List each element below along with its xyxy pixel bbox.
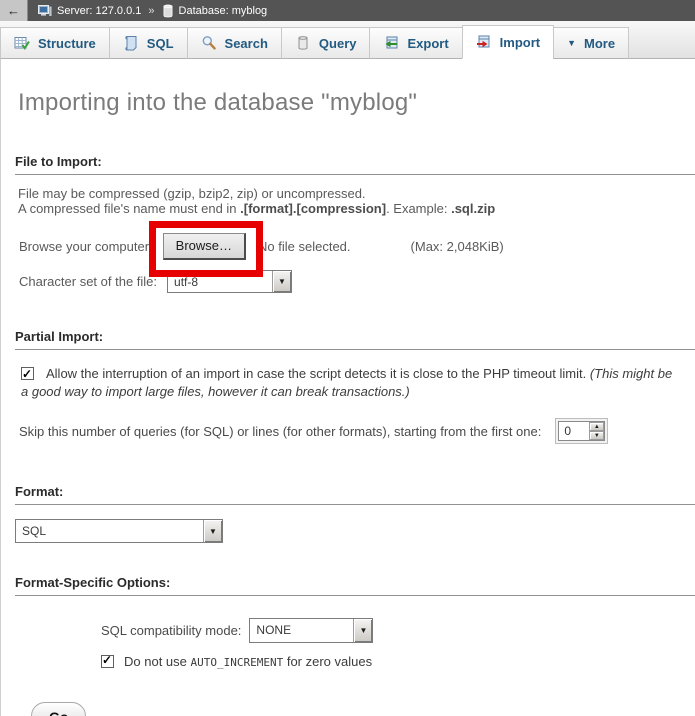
skip-queries-input[interactable]: [559, 422, 589, 440]
stepper-up-button[interactable]: ▲: [589, 422, 604, 431]
chevron-down-icon: ▼: [278, 277, 286, 286]
go-button[interactable]: Go: [31, 702, 86, 716]
tab-label: Query: [319, 36, 357, 51]
file-to-import-heading: File to Import:: [15, 154, 695, 175]
charset-label: Character set of the file:: [19, 274, 157, 289]
stepper-down-button[interactable]: ▼: [589, 431, 604, 440]
chevron-down-icon: ▼: [209, 527, 217, 536]
tab-label: Import: [500, 35, 540, 50]
charset-selected-value: utf-8: [168, 271, 272, 292]
format-selected-value: SQL: [16, 520, 203, 542]
database-icon: [162, 4, 174, 18]
page-title: Importing into the database "myblog": [1, 59, 695, 117]
compression-line2-pre: A compressed file's name must end in: [18, 201, 240, 216]
browse-label: Browse your computer:: [19, 239, 153, 254]
search-icon: [201, 35, 217, 51]
zero-values-row: ✓ Do not use AUTO_INCREMENT for zero valu…: [101, 654, 678, 669]
back-button[interactable]: ←: [0, 0, 28, 21]
compression-info: File may be compressed (gzip, bzip2, zip…: [18, 186, 678, 216]
structure-icon: [14, 35, 30, 51]
compression-line2-mid: . Example:: [386, 201, 451, 216]
zero-values-checkbox[interactable]: ✓: [101, 655, 114, 668]
tab-label: SQL: [147, 36, 174, 51]
browse-row: Browse your computer: Browse… No file se…: [19, 232, 695, 260]
sql-compatibility-row: SQL compatibility mode: NONE ▼: [101, 618, 695, 643]
tab-label: Export: [407, 36, 448, 51]
example-extension: .sql.zip: [451, 201, 495, 216]
checkmark-icon: ✓: [102, 653, 112, 667]
charset-dropdown-button[interactable]: ▼: [272, 271, 291, 292]
format-pattern: .[format].[compression]: [240, 201, 386, 216]
breadcrumb-server[interactable]: Server: 127.0.0.1: [57, 5, 141, 17]
tab-more[interactable]: ▼ More: [553, 27, 629, 59]
checkmark-icon: ✓: [22, 365, 32, 383]
more-dropdown-icon: ▼: [567, 38, 576, 48]
allow-interrupt-checkbox[interactable]: ✓: [21, 367, 34, 380]
sql-icon: [123, 35, 139, 51]
tab-export[interactable]: Export: [369, 27, 462, 59]
max-size-text: (Max: 2,048KiB): [411, 239, 504, 254]
format-dropdown-button[interactable]: ▼: [203, 520, 222, 542]
tab-label: Structure: [38, 36, 96, 51]
tab-import[interactable]: Import: [462, 25, 554, 59]
format-specific-options-heading: Format-Specific Options:: [15, 575, 695, 596]
zero-values-label-post: for zero values: [283, 654, 372, 669]
compression-line1: File may be compressed (gzip, bzip2, zip…: [18, 186, 366, 201]
allow-interrupt-label: Allow the interruption of an import in c…: [46, 366, 590, 381]
skip-queries-stepper[interactable]: ▲ ▼: [555, 418, 608, 444]
sql-compatibility-value: NONE: [250, 619, 353, 642]
tab-query[interactable]: Query: [281, 27, 371, 59]
breadcrumb-bar: ← Server: 127.0.0.1 » Database: myblog: [0, 0, 695, 21]
browse-button[interactable]: Browse…: [163, 233, 246, 260]
tab-label: More: [584, 36, 615, 51]
main-content: Importing into the database "myblog" Fil…: [0, 59, 695, 716]
breadcrumb-database[interactable]: Database: myblog: [179, 5, 268, 17]
skip-queries-row: Skip this number of queries (for SQL) or…: [19, 418, 695, 444]
export-icon: [383, 35, 399, 51]
breadcrumb-separator: »: [148, 5, 154, 17]
zero-values-label-pre: Do not use: [124, 654, 191, 669]
tab-search[interactable]: Search: [187, 27, 282, 59]
no-file-selected-text: No file selected.: [258, 239, 351, 254]
import-icon: [476, 34, 492, 50]
tab-structure[interactable]: Structure: [0, 27, 110, 59]
tabbar-filler: [628, 21, 695, 58]
tab-sql[interactable]: SQL: [109, 27, 188, 59]
partial-import-heading: Partial Import:: [15, 329, 695, 350]
charset-row: Character set of the file: utf-8 ▼: [19, 270, 695, 293]
allow-interrupt-row: ✓ Allow the interruption of an import in …: [21, 365, 678, 401]
compat-dropdown-button[interactable]: ▼: [353, 619, 372, 642]
query-icon: [295, 35, 311, 51]
tab-bar: Structure SQL Search Query Export: [0, 21, 695, 59]
sql-compatibility-select[interactable]: NONE ▼: [249, 618, 373, 643]
charset-select[interactable]: utf-8 ▼: [167, 270, 292, 293]
breadcrumb: Server: 127.0.0.1 » Database: myblog: [38, 4, 267, 18]
skip-queries-label: Skip this number of queries (for SQL) or…: [19, 424, 541, 439]
sql-compatibility-label: SQL compatibility mode:: [101, 623, 241, 638]
tab-label: Search: [225, 36, 268, 51]
format-heading: Format:: [15, 484, 695, 505]
server-icon: [38, 5, 52, 17]
format-select[interactable]: SQL ▼: [15, 519, 223, 543]
auto-increment-code: AUTO_INCREMENT: [191, 656, 284, 669]
chevron-down-icon: ▼: [359, 626, 367, 635]
